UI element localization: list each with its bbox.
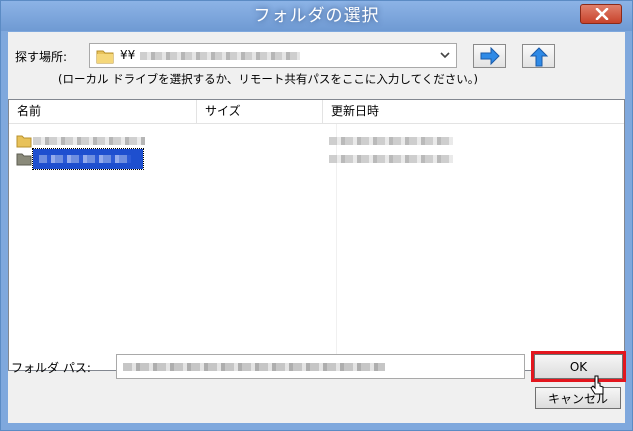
forward-arrow-icon [480, 47, 500, 65]
title-bar[interactable]: フォルダの選択 [1, 1, 632, 31]
location-combobox[interactable]: ¥¥ [89, 43, 457, 68]
list-item[interactable] [9, 132, 624, 150]
column-size[interactable]: サイズ [197, 100, 323, 123]
forward-button[interactable] [473, 44, 506, 68]
redacted-modified-date [329, 155, 453, 163]
folder-list[interactable]: 名前 サイズ 更新日時 [8, 99, 625, 371]
mouse-cursor-icon [590, 375, 604, 395]
cancel-button[interactable]: キャンセル [535, 387, 621, 409]
redacted-path [140, 52, 300, 60]
column-name[interactable]: 名前 [9, 100, 197, 123]
redacted-modified-date [329, 137, 453, 145]
location-value: ¥¥ [120, 48, 136, 62]
column-modified[interactable]: 更新日時 [323, 100, 624, 123]
close-button[interactable] [580, 4, 622, 24]
ok-button[interactable]: OK [534, 354, 623, 379]
folder-select-dialog: フォルダの選択 探す場所: ¥¥ (ローカル ドライブを選択するか、リモート共有… [0, 0, 633, 431]
folder-icon [16, 135, 32, 148]
up-arrow-icon [529, 47, 549, 67]
list-item[interactable] [9, 148, 624, 170]
close-icon [595, 8, 609, 20]
folder-icon [16, 153, 32, 166]
up-folder-button[interactable] [522, 44, 555, 68]
selected-item-highlight[interactable] [32, 148, 144, 170]
dialog-body: 探す場所: ¥¥ (ローカル ドライブを選択するか、リモート共有パスをここに入力… [8, 32, 626, 423]
location-label: 探す場所: [15, 50, 68, 64]
folder-icon [96, 50, 114, 64]
folder-path-label: フォルダ パス: [11, 361, 91, 375]
folder-path-input[interactable] [116, 354, 525, 379]
column-header: 名前 サイズ 更新日時 [9, 100, 624, 124]
dropdown-arrow-icon[interactable] [439, 49, 451, 61]
redacted-folder-name [33, 137, 145, 145]
redacted-folder-path [123, 363, 385, 371]
redacted-folder-name [39, 155, 131, 163]
window-title: フォルダの選択 [253, 6, 380, 26]
location-hint: (ローカル ドライブを選択するか、リモート共有パスをここに入力してください。) [58, 72, 478, 86]
